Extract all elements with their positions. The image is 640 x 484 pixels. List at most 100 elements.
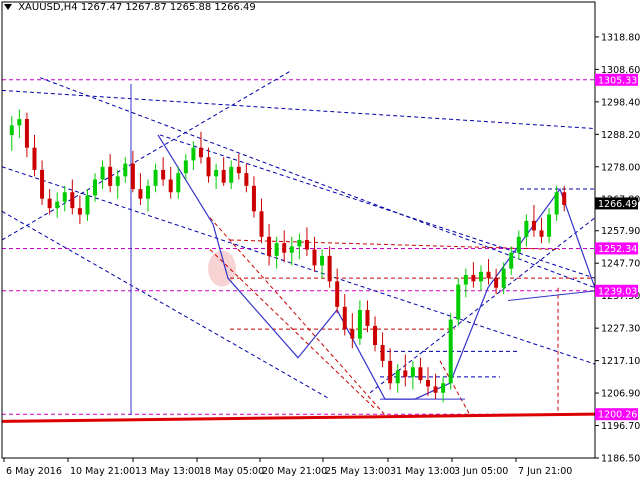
candle-body <box>380 345 385 361</box>
candle-body <box>516 236 521 253</box>
candle-body <box>168 179 173 193</box>
y-tick-label: 1217.10 <box>601 356 640 367</box>
price-label: 1252.34 <box>598 244 637 255</box>
candle-body <box>85 195 90 215</box>
candle-body <box>357 310 362 339</box>
trend-line <box>1 89 596 130</box>
ohlc-readout: 1267.47 1267.87 1265.88 1266.49 <box>80 2 256 13</box>
candle-body <box>282 243 287 253</box>
candle-body <box>244 173 249 186</box>
candle-body <box>274 243 279 256</box>
candle-body <box>115 176 120 186</box>
symbol-name: XAUUSD,H4 <box>18 2 78 13</box>
candle-body <box>138 189 143 199</box>
candle-body <box>40 169 45 199</box>
candle-body <box>441 383 446 393</box>
candle-body <box>191 147 196 161</box>
candle-body <box>259 211 264 237</box>
candle-body <box>373 325 378 346</box>
candle-body <box>100 166 105 180</box>
trend-line <box>369 217 596 394</box>
plot-frame <box>1 1 596 459</box>
channel-base <box>507 290 596 301</box>
candle-body <box>501 268 506 288</box>
candle-body <box>433 386 438 393</box>
y-tick-label: 1298.40 <box>601 97 640 108</box>
x-tick-label: 20 May 21:00 <box>262 466 327 477</box>
candle-body <box>70 192 75 209</box>
trend-line <box>1 70 291 241</box>
y-tick-label: 1227.30 <box>601 324 640 335</box>
x-tick-label: 31 May 13:00 <box>390 466 455 477</box>
candle-body <box>365 310 370 326</box>
price-label: 1266.49 <box>598 199 637 210</box>
price-label: 1200.26 <box>598 410 637 421</box>
y-tick-label: 1318.80 <box>601 32 640 43</box>
x-tick-label: 6 May 2016 <box>6 466 62 477</box>
x-tick-label: 7 Jun 21:00 <box>518 466 572 477</box>
candle-body <box>304 239 309 250</box>
candle-body <box>486 271 491 279</box>
y-tick-label: 1196.70 <box>601 421 640 432</box>
candle-body <box>229 166 234 183</box>
candle-body <box>251 185 256 212</box>
y-tick-label: 1288.20 <box>601 130 640 141</box>
candle-body <box>161 169 166 180</box>
candle-body <box>342 306 347 330</box>
candle-body <box>130 163 135 190</box>
candle-body <box>395 370 400 384</box>
candle-body <box>55 201 60 209</box>
candle-body <box>531 220 536 231</box>
candle-body <box>509 252 514 269</box>
candle-body <box>32 147 37 170</box>
candle-body <box>146 185 150 199</box>
candle-body <box>176 173 181 193</box>
symbol-header: XAUUSD,H4 1267.47 1267.87 1265.88 1266.4… <box>4 2 256 13</box>
x-tick-label: 10 May 21:00 <box>70 466 135 477</box>
y-tick-label: 1257.90 <box>601 226 640 237</box>
candle-body <box>198 147 203 158</box>
candle-body <box>426 380 430 387</box>
candle-body <box>335 281 340 307</box>
candle-body <box>214 169 219 177</box>
candle-body <box>562 192 567 205</box>
candle-body <box>418 367 423 381</box>
candle-body <box>108 166 113 186</box>
price-label: 1239.03 <box>598 286 637 297</box>
candle-body <box>297 239 302 247</box>
candle-body <box>267 236 272 256</box>
chart-area[interactable]: XAUUSD,H4 1267.47 1267.87 1265.88 1266.4… <box>0 0 640 480</box>
candle-body <box>403 370 408 377</box>
trend-line <box>1 210 331 400</box>
candle-body <box>320 255 325 266</box>
candles-layer <box>9 109 567 403</box>
candle-body <box>327 255 332 282</box>
candle-body <box>17 119 22 126</box>
price-label: 1305.33 <box>598 75 637 86</box>
y-tick-label: 1206.90 <box>601 389 640 400</box>
x-tick-label: 18 May 05:00 <box>199 466 264 477</box>
candle-body <box>77 208 82 215</box>
candle-body <box>524 220 529 237</box>
price-chart[interactable]: 1318.801308.601298.401288.201278.001267.… <box>0 0 640 480</box>
candle-body <box>221 169 226 183</box>
candle-body <box>471 274 476 282</box>
candle-body <box>206 157 211 177</box>
y-tick-label: 1247.70 <box>601 259 640 270</box>
x-tick-label: 3 Jun 05:00 <box>454 466 508 477</box>
candle-body <box>350 329 355 339</box>
candle-body <box>183 160 188 174</box>
x-tick-label: 25 May 13:00 <box>325 466 390 477</box>
candle-body <box>539 230 544 237</box>
price-axis: 1318.801308.601298.401288.201278.001267.… <box>1 1 640 465</box>
candle-body <box>547 214 552 237</box>
candle-body <box>478 271 483 282</box>
candle-body <box>123 163 128 177</box>
candle-body <box>456 284 461 320</box>
candle-body <box>47 198 52 209</box>
dropdown-arrow-icon <box>4 4 12 10</box>
time-axis: 6 May 2016 10 May 21:00 13 May 13:0018 May… <box>3 458 572 477</box>
candle-body <box>410 367 415 377</box>
candle-body <box>494 278 499 288</box>
candle-body <box>24 119 29 148</box>
